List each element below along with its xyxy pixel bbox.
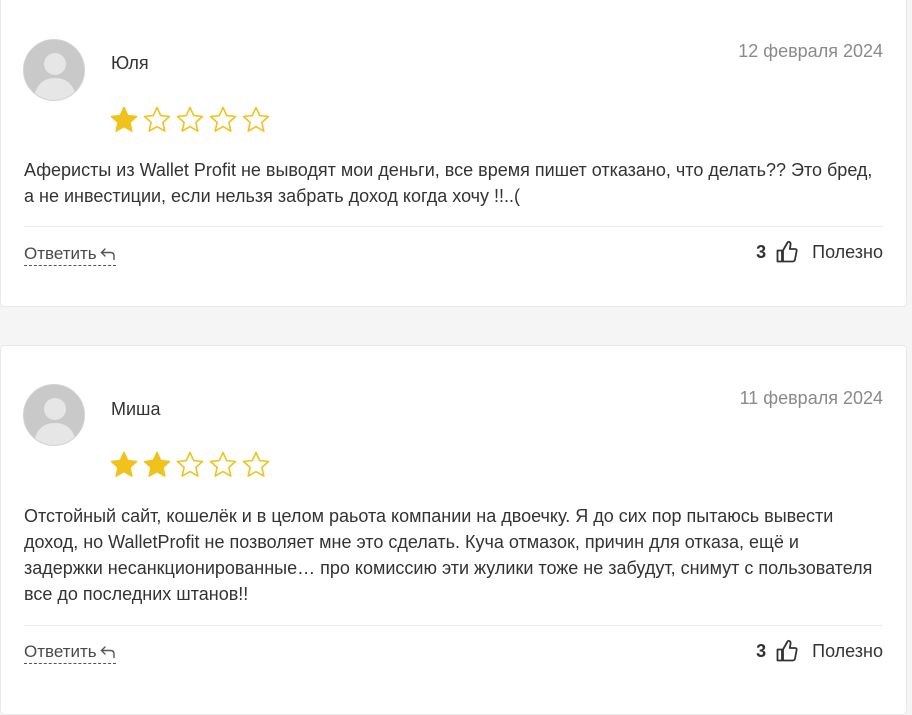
helpful-control: 3 Полезно xyxy=(756,639,883,663)
helpful-label[interactable]: Полезно xyxy=(812,641,883,662)
star-outline-icon xyxy=(242,106,270,132)
review-author: Миша xyxy=(111,399,161,419)
star-outline-icon xyxy=(242,451,270,477)
user-avatar-icon xyxy=(24,385,84,445)
user-avatar-icon xyxy=(24,40,84,100)
reply-label: Ответить xyxy=(24,642,97,661)
divider xyxy=(24,625,883,626)
star-outline-icon xyxy=(209,451,237,477)
star-filled-icon xyxy=(143,451,171,477)
star-filled-icon xyxy=(110,106,138,132)
review-text: Аферисты из Wallet Profit не выводят мои… xyxy=(24,160,873,206)
rating-stars xyxy=(109,105,271,135)
reply-arrow-icon xyxy=(100,248,115,261)
star-outline-icon xyxy=(143,106,171,132)
star-outline-icon xyxy=(209,106,237,132)
thumbs-up-icon[interactable] xyxy=(776,639,798,663)
reply-link[interactable]: Ответить xyxy=(24,642,116,664)
avatar xyxy=(23,39,85,101)
helpful-label[interactable]: Полезно xyxy=(812,242,883,263)
helpful-count: 3 xyxy=(756,640,767,661)
reply-arrow-icon xyxy=(100,646,115,659)
review-date: 12 февраля 2024 xyxy=(738,41,883,61)
thumbs-up-icon[interactable] xyxy=(776,240,798,264)
review-author: Юля xyxy=(111,53,149,73)
star-outline-icon xyxy=(176,106,204,132)
review-card: Миша 11 февраля 2024 Отстойный сайт, кош… xyxy=(0,345,907,715)
helpful-count: 3 xyxy=(756,241,767,262)
review-date: 11 февраля 2024 xyxy=(739,388,883,408)
star-outline-icon xyxy=(176,451,204,477)
review-card: Юля 12 февраля 2024 Аферисты из Wallet P… xyxy=(0,0,907,307)
star-filled-icon xyxy=(110,451,138,477)
review-text: Отстойный сайт, кошелёк и в целом раьота… xyxy=(24,506,873,604)
helpful-control: 3 Полезно xyxy=(756,240,883,264)
reply-label: Ответить xyxy=(24,244,97,263)
reply-link[interactable]: Ответить xyxy=(24,244,116,266)
avatar xyxy=(23,384,85,446)
divider xyxy=(24,226,883,227)
rating-stars xyxy=(109,450,271,480)
